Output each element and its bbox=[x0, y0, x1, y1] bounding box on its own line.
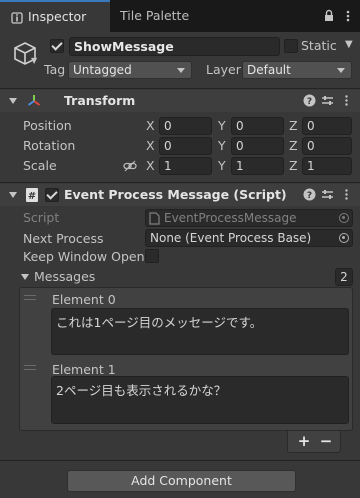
next-process-label: Next Process bbox=[23, 231, 104, 246]
position-z-field[interactable]: 0 bbox=[302, 117, 352, 135]
transform-icon bbox=[27, 95, 41, 106]
static-checkbox[interactable] bbox=[284, 39, 298, 53]
axis-y-label[interactable]: Y bbox=[218, 118, 226, 133]
icon-dropdown-caret[interactable]: ▼ bbox=[31, 56, 37, 65]
active-toggle[interactable] bbox=[50, 39, 64, 53]
add-element-button[interactable]: + bbox=[294, 431, 314, 451]
axis-x-label[interactable]: X bbox=[146, 158, 155, 173]
tag-label: Tag bbox=[44, 62, 66, 77]
scale-label: Scale bbox=[23, 158, 57, 173]
help-icon[interactable]: ? bbox=[302, 94, 316, 108]
axis-x-label[interactable]: X bbox=[146, 118, 155, 133]
transform-header[interactable]: Transform ? bbox=[0, 90, 360, 112]
axis-z-label[interactable]: Z bbox=[289, 158, 298, 173]
element-1-label: Element 1 bbox=[52, 362, 116, 377]
rotation-z-field[interactable]: 0 bbox=[302, 137, 352, 155]
messages-label: Messages bbox=[34, 269, 96, 284]
scale-x-field[interactable]: 1 bbox=[159, 157, 212, 175]
transform-title: Transform bbox=[64, 93, 136, 108]
tag-dropdown[interactable]: Untagged bbox=[68, 61, 192, 79]
divider bbox=[0, 460, 360, 461]
presets-icon[interactable] bbox=[320, 188, 334, 202]
static-dropdown-icon[interactable]: ▼ bbox=[345, 39, 353, 50]
chevron-down-icon bbox=[177, 68, 185, 73]
svg-text:?: ? bbox=[306, 97, 311, 107]
list-footer: + − bbox=[287, 431, 341, 453]
chevron-down-icon bbox=[337, 68, 345, 73]
tab-inspector-label: Inspector bbox=[28, 9, 87, 24]
script-icon: # bbox=[26, 188, 38, 202]
link-icon[interactable] bbox=[123, 159, 137, 173]
keep-window-open-checkbox[interactable] bbox=[145, 249, 159, 263]
divider bbox=[0, 88, 360, 89]
more-icon[interactable] bbox=[339, 188, 353, 202]
messages-foldout-icon[interactable] bbox=[21, 274, 29, 280]
axis-y-label[interactable]: Y bbox=[218, 138, 226, 153]
axis-z-label[interactable]: Z bbox=[289, 138, 298, 153]
tab-tile-palette[interactable]: Tile Palette bbox=[120, 0, 189, 32]
presets-icon[interactable] bbox=[320, 94, 334, 108]
axis-y-label[interactable]: Y bbox=[218, 158, 226, 173]
svg-text:?: ? bbox=[306, 191, 311, 201]
rotation-y-field[interactable]: 0 bbox=[231, 137, 284, 155]
scale-z-field[interactable]: 1 bbox=[302, 157, 352, 175]
layer-value: Default bbox=[247, 63, 291, 77]
script-field: EventProcessMessage bbox=[145, 209, 353, 227]
script-component-header[interactable]: # Event Process Message (Script) ? bbox=[0, 184, 360, 206]
more-icon[interactable] bbox=[341, 9, 355, 23]
next-process-field[interactable]: None (Event Process Base) bbox=[145, 229, 353, 247]
position-y-field[interactable]: 0 bbox=[231, 117, 284, 135]
more-icon[interactable] bbox=[339, 94, 353, 108]
layer-dropdown[interactable]: Default bbox=[242, 61, 352, 79]
gameobject-name-field[interactable]: ShowMessage bbox=[69, 37, 280, 56]
position-x-field[interactable]: 0 bbox=[159, 117, 212, 135]
foldout-arrow-icon[interactable] bbox=[9, 192, 17, 198]
tab-bar: Inspector Tile Palette bbox=[0, 0, 360, 32]
lock-icon[interactable] bbox=[322, 9, 336, 23]
tab-inspector[interactable]: Inspector bbox=[0, 0, 110, 32]
element-1-textarea[interactable]: 2ページ目も表示されるかな？ bbox=[51, 376, 349, 424]
layer-label: Layer bbox=[206, 62, 241, 77]
script-value: EventProcessMessage bbox=[164, 211, 297, 225]
help-icon[interactable]: ? bbox=[302, 188, 316, 202]
object-picker-icon bbox=[339, 213, 349, 223]
foldout-arrow-icon[interactable] bbox=[9, 98, 17, 104]
position-label: Position bbox=[23, 118, 72, 133]
tag-value: Untagged bbox=[73, 63, 132, 77]
next-process-value: None (Event Process Base) bbox=[150, 231, 312, 245]
remove-element-button[interactable]: − bbox=[316, 431, 336, 451]
divider bbox=[0, 182, 360, 183]
drag-handle-icon[interactable] bbox=[24, 295, 36, 300]
keep-window-open-label: Keep Window Open bbox=[23, 249, 145, 264]
script-component-title: Event Process Message (Script) bbox=[64, 187, 287, 202]
scale-y-field[interactable]: 1 bbox=[231, 157, 284, 175]
element-0-textarea[interactable]: これは1ページ目のメッセージです。 bbox=[51, 308, 349, 355]
messages-count-field[interactable]: 2 bbox=[335, 268, 353, 286]
element-0-label: Element 0 bbox=[52, 292, 116, 307]
rotation-x-field[interactable]: 0 bbox=[159, 137, 212, 155]
rotation-label: Rotation bbox=[23, 138, 76, 153]
object-picker-icon[interactable] bbox=[339, 233, 349, 243]
script-label: Script bbox=[23, 210, 60, 225]
add-component-button[interactable]: Add Component bbox=[67, 470, 296, 492]
static-label: Static bbox=[301, 38, 337, 53]
drag-handle-icon[interactable] bbox=[24, 365, 36, 370]
script-enabled-checkbox[interactable] bbox=[45, 188, 59, 202]
svg-text:#: # bbox=[28, 191, 36, 202]
axis-z-label[interactable]: Z bbox=[289, 118, 298, 133]
axis-x-label[interactable]: X bbox=[146, 138, 155, 153]
inspector-icon bbox=[11, 12, 23, 24]
script-file-icon bbox=[149, 212, 160, 225]
